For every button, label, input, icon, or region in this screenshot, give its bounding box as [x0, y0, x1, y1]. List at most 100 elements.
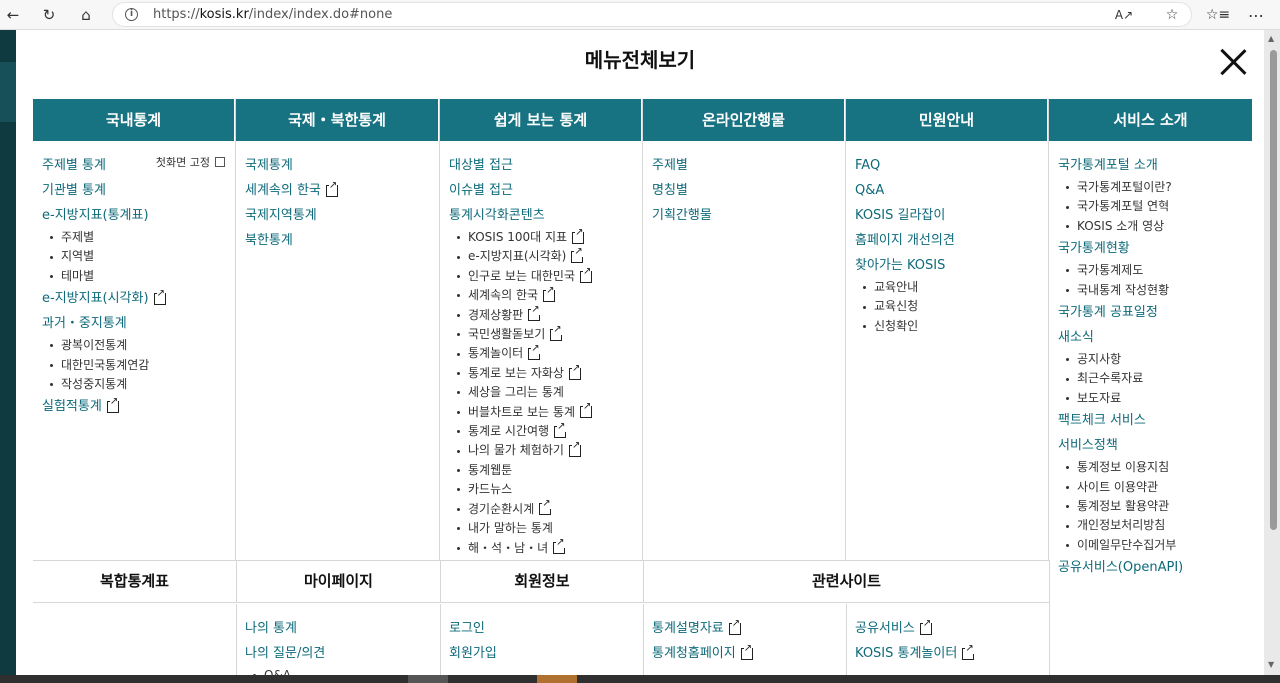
back-icon[interactable]: ←	[2, 4, 24, 26]
menu-link[interactable]: 공유서비스(OpenAPI)	[1058, 555, 1243, 580]
menu-column-header[interactable]: 국제・북한통계	[236, 99, 439, 141]
menu-link[interactable]: 실험적통계	[42, 394, 226, 419]
more-icon[interactable]: ⋯	[1245, 4, 1267, 26]
menu-sublink[interactable]: 경기순환시계	[449, 498, 633, 519]
menu-sublink[interactable]: 카드뉴스	[449, 480, 633, 499]
menu-sublink[interactable]: 해・석・남・녀	[449, 537, 633, 558]
menu-link[interactable]: 기관별 통계	[42, 178, 226, 203]
menu-link[interactable]: 통계시각화콘텐츠	[449, 203, 633, 228]
menu-link[interactable]: 국가통계 공표일정	[1058, 300, 1243, 325]
menu-link[interactable]: 과거・중지통계	[42, 311, 226, 336]
menu-link[interactable]: 국가통계포털 소개	[1058, 153, 1243, 178]
menu-link[interactable]: e-지방지표(시각화)	[42, 286, 226, 311]
menu-sublink[interactable]: 통계로 시간여행	[449, 420, 633, 441]
pin-first-screen-checkbox[interactable]	[215, 157, 225, 167]
menu-sublink[interactable]: 세계속의 한국	[449, 284, 633, 305]
menu-sublink[interactable]: 대한민국통계연감	[42, 356, 226, 375]
menu-sublink[interactable]: 사이트 이용약관	[1058, 478, 1243, 497]
menu-sublink[interactable]: 통계정보 이용지침	[1058, 458, 1243, 477]
menu-sublink[interactable]: 국민생활돋보기	[449, 323, 633, 344]
menu-sublink[interactable]: 경제상황판	[449, 304, 633, 325]
home-icon[interactable]: ⌂	[75, 4, 97, 26]
menu-sublink[interactable]: 최근수록자료	[1058, 369, 1243, 388]
menu-link[interactable]: FAQ	[855, 153, 1039, 178]
menu-link[interactable]: 국제지역통계	[245, 203, 430, 228]
menu-link[interactable]: 대상별 접근	[449, 153, 633, 178]
menu-column-header[interactable]: 서비스 소개	[1049, 99, 1252, 141]
menu-sublink[interactable]: e-지방지표(시각화)	[449, 246, 633, 266]
menu-sublink[interactable]: KOSIS 소개 영상	[1058, 217, 1243, 236]
menu-sublink[interactable]: 나의 물가 체험하기	[449, 440, 633, 460]
menu-link[interactable]: 세계속의 한국	[245, 178, 430, 203]
url-text[interactable]: https://kosis.kr/index/index.do#none	[153, 7, 392, 22]
address-bar[interactable]: i https://kosis.kr/index/index.do#none A…	[112, 2, 1192, 27]
info-icon[interactable]: i	[125, 8, 138, 21]
menu-sublink[interactable]: 교육안내	[855, 278, 1039, 297]
menu-link[interactable]: 기획간행물	[652, 203, 836, 228]
section-related-sites[interactable]: 관련사이트	[643, 560, 1049, 603]
related-item[interactable]: 공유서비스	[855, 616, 1040, 641]
menu-sublink[interactable]: 통계정보 활용약관	[1058, 497, 1243, 516]
menu-sublink[interactable]: 내가 말하는 통계	[449, 519, 633, 538]
menu-column-header[interactable]: 국내통계	[33, 99, 235, 141]
menu-sublink[interactable]: 신청확인	[855, 317, 1039, 336]
menu-link[interactable]: 새소식	[1058, 325, 1243, 350]
scroll-down-icon[interactable]: ▼	[1268, 660, 1274, 669]
menu-column-header[interactable]: 온라인간행물	[643, 99, 845, 141]
menu-link[interactable]: 국제통계	[245, 153, 430, 178]
mypage-item[interactable]: 나의 통계	[245, 616, 431, 641]
menu-sublink[interactable]: 공지사항	[1058, 350, 1243, 369]
menu-link[interactable]: KOSIS 길라잡이	[855, 203, 1039, 228]
menu-sublink[interactable]: 통계놀이터	[449, 343, 633, 363]
pin-first-screen-toggle[interactable]: 첫화면 고정	[156, 154, 225, 170]
menu-link[interactable]: 북한통계	[245, 228, 430, 253]
menu-sublink[interactable]: 버블차트로 보는 통계	[449, 401, 633, 422]
menu-link[interactable]: 국가통계현황	[1058, 236, 1243, 261]
menu-sublink[interactable]: 테마별	[42, 267, 226, 286]
menu-sublink[interactable]: 국가통계제도	[1058, 261, 1243, 280]
menu-sublink[interactable]: 개인정보처리방침	[1058, 516, 1243, 535]
related-item[interactable]: 통계설명자료	[652, 616, 837, 641]
menu-link[interactable]: 홈페이지 개선의견	[855, 228, 1039, 253]
mypage-item[interactable]: 나의 질문/의견	[245, 641, 431, 666]
menu-sublink[interactable]: 통계로 보는 자화상	[449, 362, 633, 383]
menu-sublink[interactable]: 국내통계 작성현황	[1058, 281, 1243, 300]
scrollbar-thumb[interactable]	[1270, 50, 1277, 530]
close-icon[interactable]	[1219, 48, 1247, 76]
menu-link[interactable]: 서비스정책	[1058, 433, 1243, 458]
mypage-subitem[interactable]: Q&A	[245, 666, 431, 675]
menu-sublink[interactable]: 지역별	[42, 247, 226, 266]
menu-link[interactable]: 팩트체크 서비스	[1058, 408, 1243, 433]
related-item[interactable]: KOSIS 통계놀이터	[855, 641, 1040, 666]
login-link[interactable]: 로그인	[449, 616, 634, 641]
menu-sublink[interactable]: 주제별	[42, 228, 226, 247]
menu-link[interactable]: 주제별	[652, 153, 836, 178]
menu-sublink[interactable]: 세상을 그리는 통계	[449, 383, 633, 402]
menu-sublink[interactable]: 광복이전통계	[42, 336, 226, 355]
menu-sublink[interactable]: 보도자료	[1058, 389, 1243, 408]
menu-sublink[interactable]: 교육신청	[855, 297, 1039, 316]
refresh-icon[interactable]: ↻	[38, 4, 60, 26]
menu-sublink[interactable]: 인구로 보는 대한민국	[449, 265, 633, 286]
favorite-icon[interactable]: ☆	[1161, 4, 1183, 26]
section-member-info[interactable]: 회원정보	[440, 560, 643, 603]
menu-column-header[interactable]: 민원안내	[846, 99, 1048, 141]
menu-link[interactable]: 찾아가는 KOSIS	[855, 253, 1039, 278]
scroll-up-icon[interactable]: ▲	[1268, 34, 1274, 43]
menu-sublink[interactable]: KOSIS 100대 지표	[449, 226, 633, 247]
menu-sublink[interactable]: 국가통계포털 연혁	[1058, 197, 1243, 216]
related-item[interactable]: 통계청홈페이지	[652, 641, 837, 666]
signup-link[interactable]: 회원가입	[449, 641, 634, 666]
menu-link[interactable]: 이슈별 접근	[449, 178, 633, 203]
menu-link[interactable]: 명칭별	[652, 178, 836, 203]
menu-column-header[interactable]: 쉽게 보는 통계	[440, 99, 642, 141]
menu-sublink[interactable]: 국가통계포털이란?	[1058, 178, 1243, 197]
menu-sublink[interactable]: 이메일무단수집거부	[1058, 536, 1243, 555]
section-complex-table[interactable]: 복합통계표	[33, 560, 236, 603]
menu-sublink[interactable]: 통계웹툰	[449, 461, 633, 480]
menu-sublink[interactable]: 작성중지통계	[42, 375, 226, 394]
menu-link[interactable]: e-지방지표(통계표)	[42, 203, 226, 228]
read-aloud-icon[interactable]: A↗	[1113, 4, 1135, 26]
favorites-list-icon[interactable]: ☆≡	[1206, 4, 1230, 26]
menu-link[interactable]: Q&A	[855, 178, 1039, 203]
